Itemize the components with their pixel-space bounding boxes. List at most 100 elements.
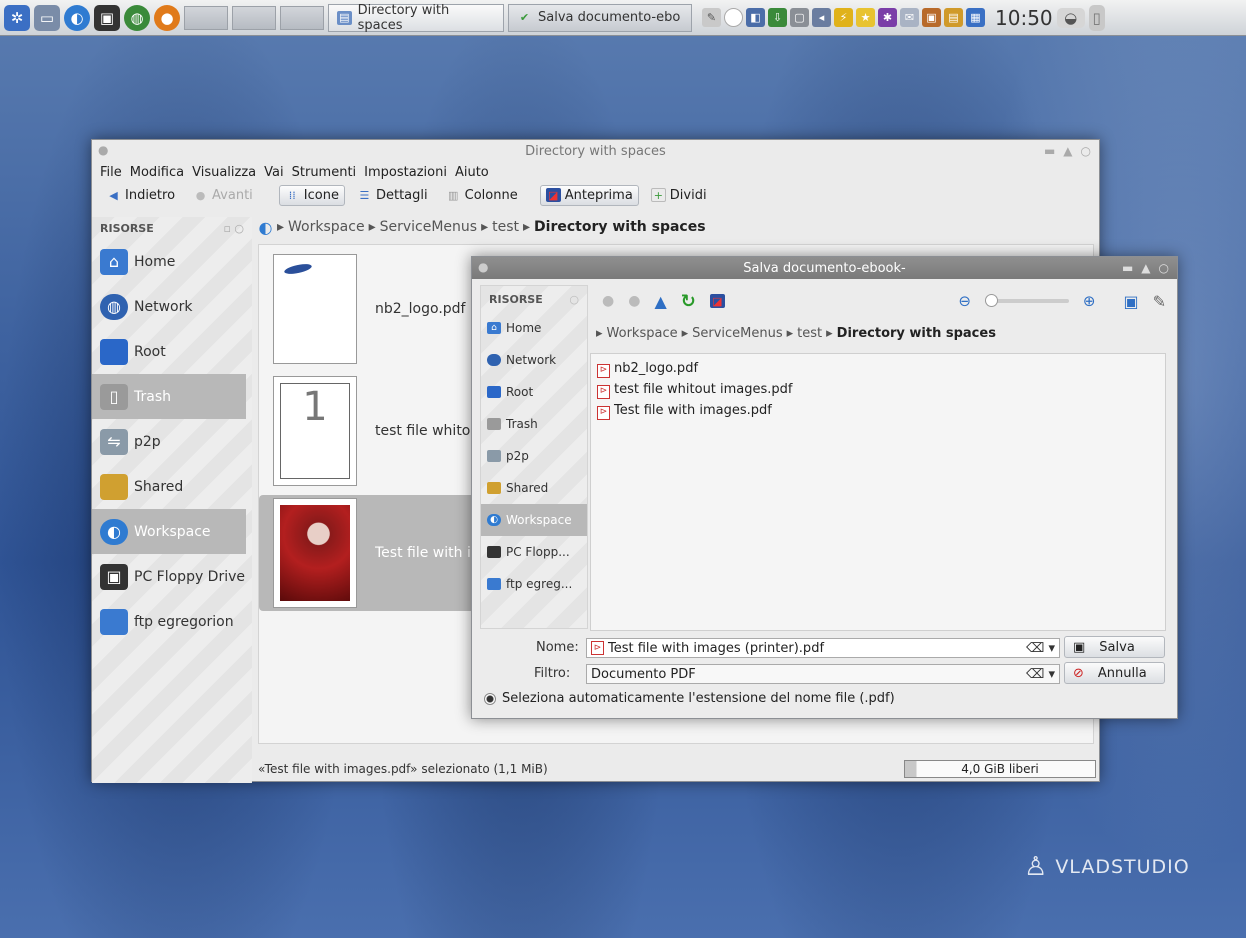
record-icon[interactable]: [724, 8, 743, 27]
menu-vai[interactable]: Vai: [264, 165, 283, 180]
workspace-launcher-icon[interactable]: ◐: [64, 4, 90, 31]
dialog-place-trash[interactable]: Trash: [481, 408, 587, 440]
star-icon[interactable]: ★: [856, 8, 875, 27]
kde-menu-icon[interactable]: ✲: [4, 4, 30, 31]
clipboard-icon[interactable]: ▢: [790, 8, 809, 27]
trash-applet-icon[interactable]: ▯: [1088, 4, 1105, 31]
desktop-pager-3[interactable]: [280, 5, 324, 30]
columns-view-button[interactable]: ▥ Colonne: [440, 185, 524, 206]
firefox-icon[interactable]: ●: [154, 4, 180, 31]
dialog-place-home[interactable]: ⌂ Home: [481, 312, 587, 344]
desktop-icon[interactable]: ▭: [34, 4, 60, 31]
terminal-icon[interactable]: ▣: [94, 4, 120, 31]
place-network[interactable]: ◍ Network: [92, 284, 252, 329]
icons-view-button[interactable]: ⁞⁞ Icone: [278, 184, 345, 206]
zoom-out-icon[interactable]: ⊖: [958, 292, 971, 310]
details-view-button[interactable]: ☰ Dettagli: [351, 185, 434, 206]
place-ftp[interactable]: ftp egregorion: [92, 599, 252, 644]
mail-icon[interactable]: ✉: [900, 8, 919, 27]
file-item[interactable]: nb2_logo.pdf: [259, 251, 483, 367]
clock[interactable]: 10:50: [995, 6, 1053, 30]
task-salva-documento[interactable]: ✔ Salva documento-ebo: [508, 3, 692, 32]
crumb-workspace[interactable]: Workspace: [288, 219, 365, 235]
new-folder-icon[interactable]: ▣: [1123, 292, 1138, 311]
place-shared[interactable]: Shared: [92, 464, 252, 509]
dialog-titlebar[interactable]: ● Salva documento-ebook- ▬ ▲ ○: [472, 257, 1177, 279]
dialog-place-floppy[interactable]: PC Flopp...: [481, 536, 587, 568]
list-item[interactable]: ⊳ nb2_logo.pdf: [597, 358, 1159, 379]
network-manager-icon[interactable]: ◧: [746, 8, 765, 27]
zoom-in-icon[interactable]: ⊕: [1083, 292, 1096, 310]
dolphin-titlebar[interactable]: ● Directory with spaces ▬ ▲ ○: [92, 140, 1099, 162]
maximize-icon[interactable]: ▲: [1063, 144, 1072, 158]
menu-visualizza[interactable]: Visualizza: [192, 165, 256, 180]
crumb-current[interactable]: Directory with spaces: [534, 219, 706, 235]
show-desktop-icon[interactable]: ◒: [1056, 7, 1085, 28]
menu-impostazioni[interactable]: Impostazioni: [364, 165, 447, 180]
dialog-place-workspace[interactable]: ◐ Workspace: [481, 504, 587, 536]
zoom-slider-handle[interactable]: [984, 294, 998, 307]
filter-select[interactable]: Documento PDF ⌫ ▾: [586, 664, 1060, 684]
place-home[interactable]: ⌂ Home: [92, 239, 252, 284]
auto-extension-checkbox[interactable]: Seleziona automaticamente l'estensione d…: [484, 691, 895, 706]
memory-icon[interactable]: ▤: [944, 8, 963, 27]
list-item[interactable]: ⊳ Test file with images.pdf: [597, 400, 1159, 421]
free-space-bar[interactable]: 4,0 GiB liberi: [904, 760, 1096, 778]
preview-toggle-icon[interactable]: ◪: [709, 294, 725, 308]
window-list-icon[interactable]: ▦: [966, 8, 985, 27]
file-item[interactable]: 1 test file whitout images.pdf: [259, 373, 483, 489]
forward-button[interactable]: ● Avanti: [187, 185, 259, 206]
bluetooth-icon[interactable]: ✱: [878, 8, 897, 27]
maximize-icon[interactable]: ▲: [1141, 261, 1150, 275]
power-icon[interactable]: ⚡: [834, 8, 853, 27]
menu-file[interactable]: File: [100, 165, 122, 180]
place-root[interactable]: Root: [92, 329, 252, 374]
checkbox-indicator[interactable]: [484, 692, 496, 705]
pen-icon[interactable]: ✎: [702, 8, 721, 27]
reload-icon[interactable]: ↻: [681, 291, 696, 312]
back-disabled-icon[interactable]: ●: [602, 293, 614, 309]
minimize-icon[interactable]: ▬: [1044, 144, 1055, 158]
list-item[interactable]: ⊳ test file whitout images.pdf: [597, 379, 1159, 400]
place-p2p[interactable]: ⇋ p2p: [92, 419, 252, 464]
dialog-place-shared[interactable]: Shared: [481, 472, 587, 504]
crumb-test[interactable]: test: [797, 326, 822, 341]
file-item-selected[interactable]: Test file with images.pdf: [259, 495, 483, 611]
parent-folder-icon[interactable]: ▲: [654, 292, 666, 311]
crumb-test[interactable]: test: [492, 219, 519, 235]
options-wrench-icon[interactable]: ✎: [1153, 292, 1166, 311]
split-button[interactable]: + Dividi: [645, 185, 713, 206]
dialog-place-network[interactable]: Network: [481, 344, 587, 376]
place-workspace[interactable]: ◐ Workspace: [92, 509, 246, 554]
forward-disabled-icon[interactable]: ●: [628, 293, 640, 309]
preview-button[interactable]: ◪ Anteprima: [539, 184, 639, 206]
volume-icon[interactable]: ◂: [812, 8, 831, 27]
panel-controls-icon[interactable]: ▫ ○: [223, 222, 244, 235]
menu-aiuto[interactable]: Aiuto: [455, 165, 489, 180]
clear-filter-icon[interactable]: ⌫ ▾: [1026, 667, 1055, 682]
menu-modifica[interactable]: Modifica: [130, 165, 184, 180]
window-menu-icon[interactable]: ●: [478, 260, 488, 274]
package-icon[interactable]: ▣: [922, 8, 941, 27]
dialog-place-p2p[interactable]: p2p: [481, 440, 587, 472]
network-globe-icon[interactable]: ◍: [124, 4, 150, 31]
place-floppy[interactable]: ▣ PC Floppy Drive: [92, 554, 252, 599]
back-button[interactable]: ◀ Indietro: [100, 185, 181, 206]
panel-close-icon[interactable]: ○: [569, 293, 579, 306]
minimize-icon[interactable]: ▬: [1122, 261, 1133, 275]
dialog-place-ftp[interactable]: ftp egreg...: [481, 568, 587, 600]
crumb-servicemenus[interactable]: ServiceMenus: [692, 326, 783, 341]
close-icon[interactable]: ○: [1081, 144, 1091, 158]
desktop-pager-1[interactable]: [184, 5, 228, 30]
window-menu-icon[interactable]: ●: [98, 143, 108, 157]
save-button[interactable]: ▣ Salva: [1064, 636, 1165, 658]
crumb-servicemenus[interactable]: ServiceMenus: [380, 219, 477, 235]
place-trash[interactable]: ▯ Trash: [92, 374, 246, 419]
zoom-slider[interactable]: [984, 294, 1069, 307]
clear-text-icon[interactable]: ⌫ ▾: [1026, 641, 1055, 656]
crumb-workspace[interactable]: Workspace: [607, 326, 678, 341]
close-icon[interactable]: ○: [1159, 261, 1169, 275]
crumb-current[interactable]: Directory with spaces: [837, 326, 996, 341]
name-input[interactable]: ⊳ Test file with images (printer).pdf ⌫ …: [586, 638, 1060, 658]
menu-strumenti[interactable]: Strumenti: [292, 165, 357, 180]
